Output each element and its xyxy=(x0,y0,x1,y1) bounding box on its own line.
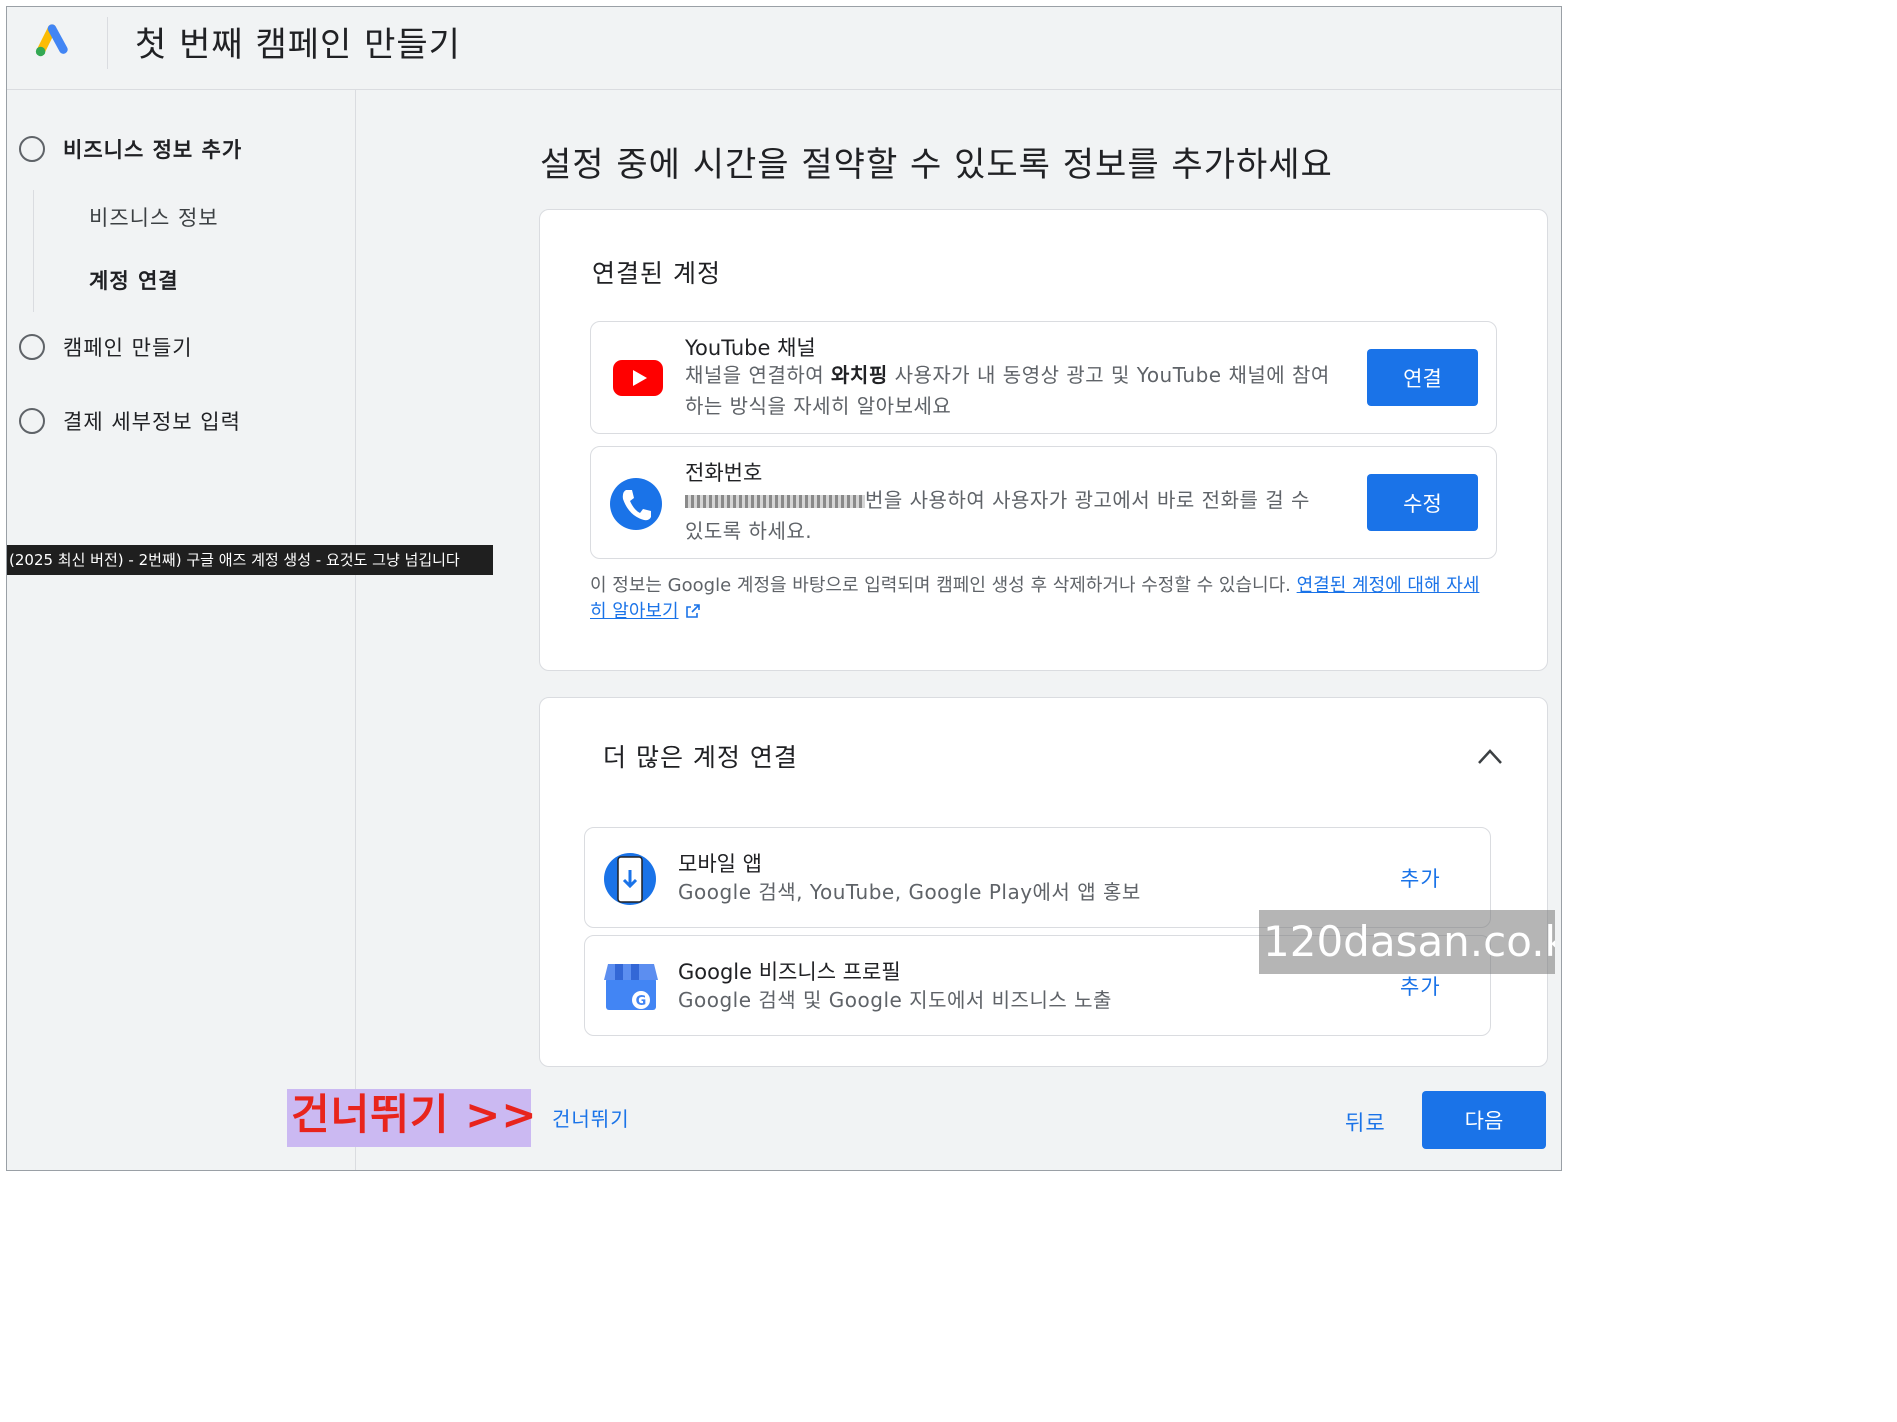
step-label: 결제 세부정보 입력 xyxy=(63,410,241,434)
back-button[interactable]: 뒤로 xyxy=(1345,1107,1386,1137)
step-circle-icon xyxy=(19,136,45,162)
next-button[interactable]: 다음 xyxy=(1422,1091,1546,1149)
phone-icon xyxy=(610,478,662,530)
linked-accounts-info: 이 정보는 Google 계정을 바탕으로 입력되며 캠페인 생성 후 삭제하거… xyxy=(590,575,1480,622)
row-description: Google 검색, YouTube, Google Play에서 앱 홍보 xyxy=(678,880,1141,904)
step-circle-icon xyxy=(19,408,45,434)
substep-business-info[interactable]: 비즈니스 정보 xyxy=(89,202,219,232)
step-label: 캠페인 만들기 xyxy=(63,336,193,360)
stepper-sidebar: 비즈니스 정보 추가 비즈니스 정보 계정 연결 캠페인 만들기 결제 세부정보… xyxy=(7,90,356,1170)
skip-button[interactable]: 건너뛰기 xyxy=(552,1103,630,1132)
channel-name: 와치핑 xyxy=(831,363,888,387)
google-business-profile-icon: G xyxy=(604,964,658,1010)
redacted-phone-number xyxy=(685,495,865,508)
external-link-icon[interactable] xyxy=(685,603,701,619)
app-window: 첫 번째 캠페인 만들기 비즈니스 정보 추가 비즈니스 정보 계정 연결 캠페… xyxy=(6,6,1562,1171)
top-bar: 첫 번째 캠페인 만들기 xyxy=(7,7,1561,90)
mobile-app-icon xyxy=(604,853,656,905)
step-business-info[interactable]: 비즈니스 정보 추가 xyxy=(19,134,242,164)
add-business-profile-button[interactable]: 추가 xyxy=(1400,971,1441,1001)
connect-youtube-button[interactable]: 연결 xyxy=(1367,349,1478,406)
step-create-campaign[interactable]: 캠페인 만들기 xyxy=(19,332,193,362)
row-description: 채널을 연결하여 와치핑 사용자가 내 동영상 광고 및 YouTube 채널에… xyxy=(685,363,1330,418)
video-caption: (2025 최신 버전) - 2번째) 구글 애즈 계정 생성 - 요것도 그냥… xyxy=(7,545,493,575)
edit-phone-button[interactable]: 수정 xyxy=(1367,474,1478,531)
row-title: YouTube 채널 xyxy=(685,336,816,360)
row-title: 모바일 앱 xyxy=(678,852,762,876)
divider xyxy=(107,17,108,69)
row-description: Google 검색 및 Google 지도에서 비즈니스 노출 xyxy=(678,988,1112,1012)
svg-text:G: G xyxy=(636,994,647,1009)
youtube-icon xyxy=(613,360,663,396)
phone-number-row: 전화번호 번을 사용하여 사용자가 광고에서 바로 전화를 걸 수 있도록 하세… xyxy=(590,446,1497,559)
substep-link-accounts[interactable]: 계정 연결 xyxy=(89,265,179,295)
skip-annotation: 건너뛰기 >> xyxy=(287,1089,537,1147)
step-payment[interactable]: 결제 세부정보 입력 xyxy=(19,406,241,436)
card-title: 연결된 계정 xyxy=(592,259,721,288)
page-title: 첫 번째 캠페인 만들기 xyxy=(135,25,461,65)
row-description: 번을 사용하여 사용자가 광고에서 바로 전화를 걸 수 있도록 하세요. xyxy=(685,488,1310,543)
youtube-channel-row: YouTube 채널 채널을 연결하여 와치핑 사용자가 내 동영상 광고 및 … xyxy=(590,321,1497,434)
main-heading: 설정 중에 시간을 절약할 수 있도록 정보를 추가하세요 xyxy=(540,145,1333,185)
watermark: 120dasan.co.kr xyxy=(1259,910,1555,974)
row-title: 전화번호 xyxy=(685,461,763,485)
step-circle-icon xyxy=(19,334,45,360)
card-title: 더 많은 계정 연결 xyxy=(603,743,798,772)
substep-line xyxy=(33,190,34,312)
row-title: Google 비즈니스 프로필 xyxy=(678,960,901,984)
chevron-up-icon[interactable] xyxy=(1477,747,1503,765)
add-mobile-app-button[interactable]: 추가 xyxy=(1400,863,1441,893)
step-label: 비즈니스 정보 추가 xyxy=(63,138,243,162)
google-ads-logo-icon xyxy=(35,24,68,57)
